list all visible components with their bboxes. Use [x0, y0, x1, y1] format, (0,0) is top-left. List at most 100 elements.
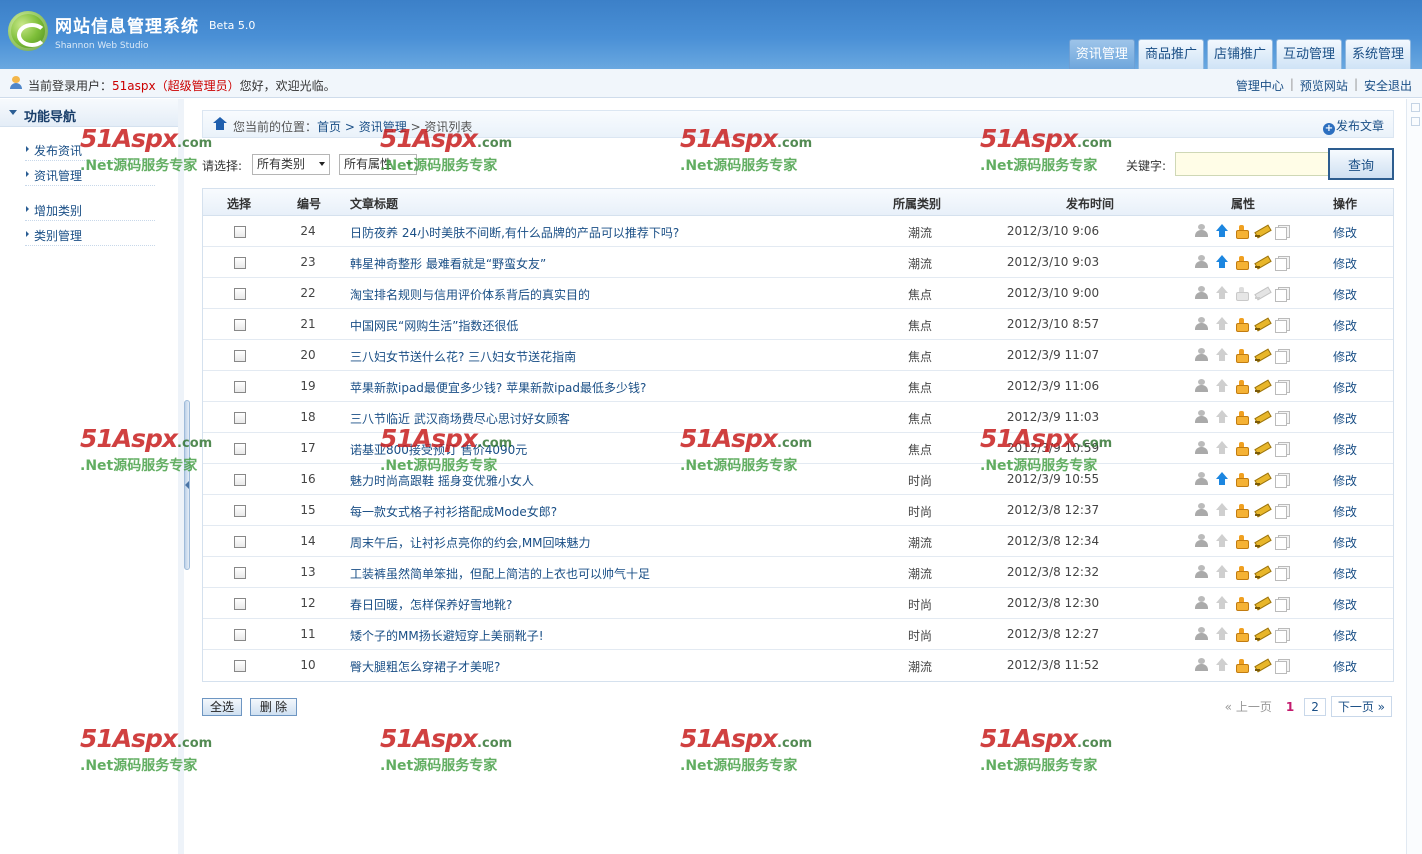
row-edit-link[interactable]: 修改: [1333, 441, 1357, 458]
row-checkbox[interactable]: [234, 536, 246, 548]
recommend-thumb-icon[interactable]: [1234, 348, 1250, 363]
highlight-pen-icon[interactable]: [1254, 658, 1270, 672]
author-icon[interactable]: [1194, 410, 1210, 424]
author-icon[interactable]: [1194, 503, 1210, 517]
recommend-thumb-icon[interactable]: [1234, 596, 1250, 611]
attribute-select[interactable]: 所有属性: [339, 154, 417, 175]
pin-top-icon[interactable]: [1214, 255, 1230, 269]
copy-doc-icon[interactable]: [1274, 503, 1290, 519]
copy-doc-icon[interactable]: [1274, 224, 1290, 240]
highlight-pen-icon[interactable]: [1254, 441, 1270, 455]
row-edit-link[interactable]: 修改: [1333, 627, 1357, 644]
row-checkbox[interactable]: [234, 443, 246, 455]
highlight-pen-icon[interactable]: [1254, 534, 1270, 548]
highlight-pen-icon[interactable]: [1254, 379, 1270, 393]
pin-top-icon[interactable]: [1214, 224, 1230, 238]
row-title-link[interactable]: 春日回暖，怎样保养好雪地靴?: [350, 596, 512, 613]
row-edit-link[interactable]: 修改: [1333, 658, 1357, 675]
author-icon[interactable]: [1194, 627, 1210, 641]
pin-top-icon[interactable]: [1214, 472, 1230, 486]
author-icon[interactable]: [1194, 255, 1210, 269]
highlight-pen-icon[interactable]: [1254, 565, 1270, 579]
highlight-pen-icon[interactable]: [1254, 472, 1270, 486]
delete-button[interactable]: 删 除: [250, 698, 297, 716]
row-checkbox[interactable]: [234, 474, 246, 486]
recommend-thumb-icon[interactable]: [1234, 534, 1250, 549]
row-edit-link[interactable]: 修改: [1333, 596, 1357, 613]
breadcrumb-home[interactable]: 首页: [317, 120, 341, 134]
author-icon[interactable]: [1194, 348, 1210, 362]
row-checkbox[interactable]: [234, 660, 246, 672]
recommend-thumb-icon[interactable]: [1234, 658, 1250, 673]
highlight-pen-icon[interactable]: [1254, 224, 1270, 238]
right-scrollbar[interactable]: [1406, 99, 1422, 854]
pin-top-icon[interactable]: [1214, 534, 1230, 548]
author-icon[interactable]: [1194, 286, 1210, 300]
row-edit-link[interactable]: 修改: [1333, 255, 1357, 272]
copy-doc-icon[interactable]: [1274, 658, 1290, 674]
sidebar-item-add-category[interactable]: 增加类别: [25, 199, 155, 221]
row-checkbox[interactable]: [234, 381, 246, 393]
row-checkbox[interactable]: [234, 257, 246, 269]
row-checkbox[interactable]: [234, 505, 246, 517]
author-icon[interactable]: [1194, 658, 1210, 672]
row-edit-link[interactable]: 修改: [1333, 565, 1357, 582]
pin-top-icon[interactable]: [1214, 658, 1230, 672]
row-edit-link[interactable]: 修改: [1333, 224, 1357, 241]
recommend-thumb-icon[interactable]: [1234, 627, 1250, 642]
row-title-link[interactable]: 三八节临近 武汉商场费尽心思讨好女顾客: [350, 410, 570, 427]
sidebar-item-news-management[interactable]: 资讯管理: [25, 164, 155, 186]
copy-doc-icon[interactable]: [1274, 627, 1290, 643]
author-icon[interactable]: [1194, 224, 1210, 238]
copy-doc-icon[interactable]: [1274, 379, 1290, 395]
highlight-pen-icon[interactable]: [1254, 286, 1270, 300]
author-icon[interactable]: [1194, 565, 1210, 579]
row-title-link[interactable]: 韩星神奇整形 最难看就是“野蛮女友”: [350, 255, 546, 272]
row-title-link[interactable]: 每一款女式格子衬衫搭配成Mode女郎?: [350, 503, 557, 520]
recommend-thumb-icon[interactable]: [1234, 255, 1250, 270]
recommend-thumb-icon[interactable]: [1234, 224, 1250, 239]
copy-doc-icon[interactable]: [1274, 255, 1290, 271]
copy-doc-icon[interactable]: [1274, 286, 1290, 302]
highlight-pen-icon[interactable]: [1254, 503, 1270, 517]
recommend-thumb-icon[interactable]: [1234, 441, 1250, 456]
recommend-thumb-icon[interactable]: [1234, 410, 1250, 425]
row-title-link[interactable]: 魅力时尚高跟鞋 摇身变优雅小女人: [350, 472, 534, 489]
tab-interaction-management[interactable]: 互动管理: [1275, 39, 1342, 69]
recommend-thumb-icon[interactable]: [1234, 379, 1250, 394]
category-select[interactable]: 所有类别: [252, 154, 330, 175]
pin-top-icon[interactable]: [1214, 503, 1230, 517]
row-edit-link[interactable]: 修改: [1333, 317, 1357, 334]
row-title-link[interactable]: 日防夜养 24小时美肤不间断,有什么品牌的产品可以推荐下吗?: [350, 224, 679, 241]
row-title-link[interactable]: 中国网民“网购生活”指数还很低: [350, 317, 518, 334]
pin-top-icon[interactable]: [1214, 565, 1230, 579]
keyword-input[interactable]: [1175, 152, 1329, 176]
breadcrumb-news-management[interactable]: > 资讯管理: [345, 120, 407, 134]
copy-doc-icon[interactable]: [1274, 348, 1290, 364]
pin-top-icon[interactable]: [1214, 317, 1230, 331]
link-admin-center[interactable]: 管理中心: [1236, 77, 1284, 94]
author-icon[interactable]: [1194, 472, 1210, 486]
row-title-link[interactable]: 臀大腿粗怎么穿裙子才美呢?: [350, 658, 500, 675]
row-edit-link[interactable]: 修改: [1333, 534, 1357, 551]
recommend-thumb-icon[interactable]: [1234, 565, 1250, 580]
row-edit-link[interactable]: 修改: [1333, 286, 1357, 303]
publish-article-button[interactable]: + 发布文章: [1322, 117, 1384, 135]
pager-page-2[interactable]: 2: [1304, 697, 1326, 716]
tab-product-promotion[interactable]: 商品推广: [1137, 39, 1204, 69]
copy-doc-icon[interactable]: [1274, 441, 1290, 457]
row-checkbox[interactable]: [234, 319, 246, 331]
author-icon[interactable]: [1194, 596, 1210, 610]
row-title-link[interactable]: 诺基亚800接受预订 售价4090元: [350, 441, 527, 458]
row-title-link[interactable]: 淘宝排名规则与信用评价体系背后的真实目的: [350, 286, 590, 303]
recommend-thumb-icon[interactable]: [1234, 503, 1250, 518]
row-checkbox[interactable]: [234, 629, 246, 641]
row-checkbox[interactable]: [234, 567, 246, 579]
sidebar-header[interactable]: 功能导航: [0, 99, 178, 127]
author-icon[interactable]: [1194, 379, 1210, 393]
row-checkbox[interactable]: [234, 412, 246, 424]
sidebar-item-publish-news[interactable]: 发布资讯: [25, 139, 155, 161]
pin-top-icon[interactable]: [1214, 596, 1230, 610]
pin-top-icon[interactable]: [1214, 286, 1230, 300]
copy-doc-icon[interactable]: [1274, 596, 1290, 612]
